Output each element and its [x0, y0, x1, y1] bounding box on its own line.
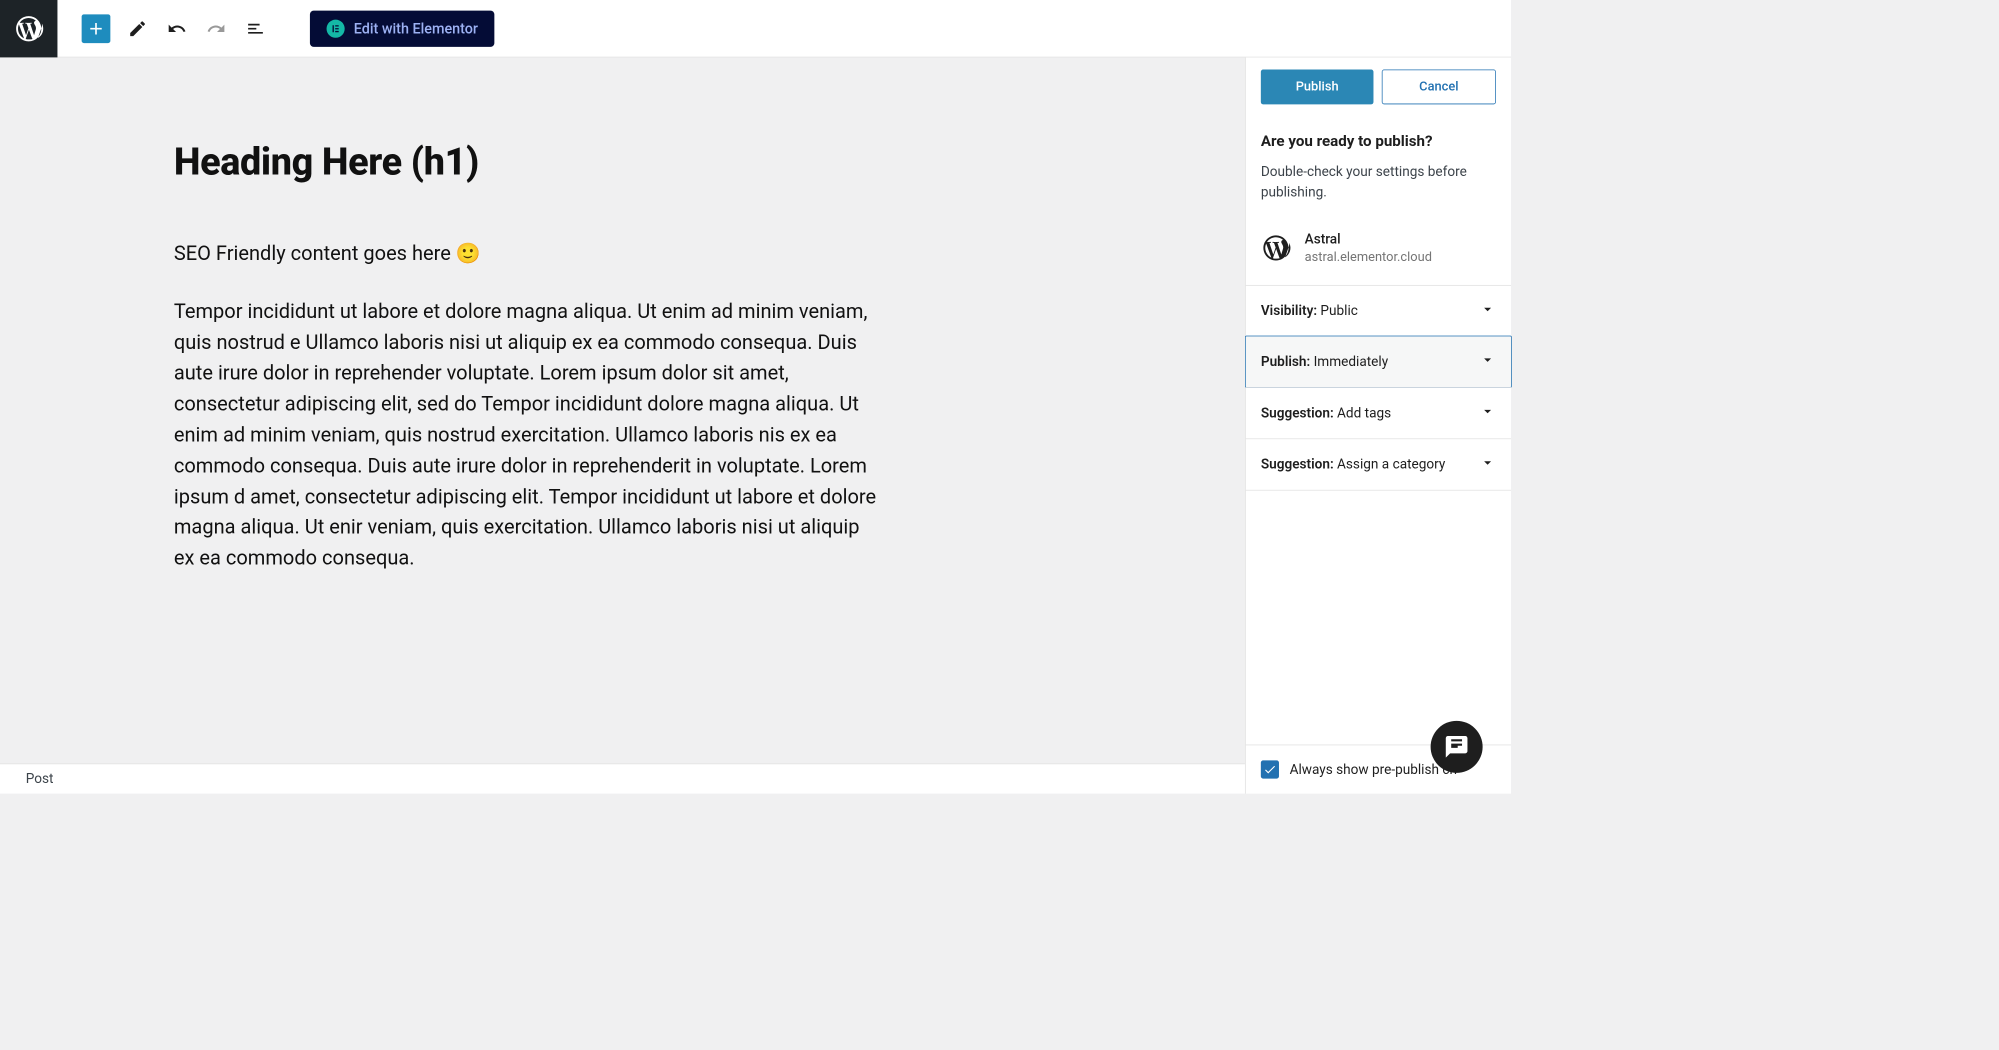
wordpress-logo-button[interactable] [0, 0, 57, 57]
edit-tool-button[interactable] [125, 16, 149, 40]
editor-canvas[interactable]: Heading Here (h1) SEO Friendly content g… [0, 57, 1245, 793]
chevron-down-icon [1479, 351, 1496, 371]
prepublish-checkbox-label: Always show pre-publish ch [1290, 762, 1457, 778]
prepublish-prompt: Are you ready to publish? Double-check y… [1246, 116, 1511, 217]
chevron-down-icon [1479, 301, 1496, 321]
publish-schedule-panel[interactable]: Publish: Immediately [1245, 336, 1512, 388]
wordpress-icon [1261, 233, 1291, 263]
prepublish-subtitle: Double-check your settings before publis… [1261, 162, 1496, 203]
site-url: astral.elementor.cloud [1305, 249, 1432, 267]
redo-button[interactable] [204, 16, 228, 40]
undo-button[interactable] [165, 16, 189, 40]
edit-with-elementor-button[interactable]: Edit with Elementor [310, 10, 495, 46]
redo-icon [206, 19, 226, 39]
editor-toolbar: Edit with Elementor [0, 0, 1511, 57]
post-intro-paragraph: SEO Friendly content goes here 🙂 [174, 239, 877, 270]
visibility-panel[interactable]: Visibility: Public [1246, 285, 1511, 336]
chevron-down-icon [1479, 403, 1496, 423]
chat-icon [1444, 734, 1470, 760]
add-block-button[interactable] [82, 14, 111, 43]
chevron-down-icon [1479, 454, 1496, 474]
prepublish-heading: Are you ready to publish? [1261, 132, 1496, 150]
publish-sidebar: Publish Cancel Are you ready to publish?… [1245, 57, 1511, 793]
cancel-button[interactable]: Cancel [1382, 70, 1496, 105]
breadcrumb-bar: Post [0, 763, 1245, 793]
site-info-row: Astral astral.elementor.cloud [1246, 218, 1511, 285]
toolbar-tools: Edit with Elementor [57, 10, 494, 46]
breadcrumb-item[interactable]: Post [26, 771, 54, 787]
post-title[interactable]: Heading Here (h1) [174, 141, 877, 185]
wordpress-icon [14, 13, 44, 43]
chat-fab-button[interactable] [1431, 721, 1483, 773]
post-body-paragraph: Tempor incididunt ut labore et dolore ma… [174, 297, 877, 575]
prepublish-checkbox[interactable] [1261, 760, 1279, 778]
pencil-icon [128, 19, 148, 39]
post-content-area: Heading Here (h1) SEO Friendly content g… [0, 57, 877, 574]
undo-icon [167, 19, 187, 39]
check-icon [1263, 763, 1277, 777]
document-overview-button[interactable] [243, 16, 267, 40]
site-name: Astral [1305, 230, 1432, 249]
elementor-button-label: Edit with Elementor [354, 20, 478, 37]
main-layout: Heading Here (h1) SEO Friendly content g… [0, 57, 1511, 793]
suggestion-category-panel[interactable]: Suggestion: Assign a category [1246, 438, 1511, 490]
suggestion-tags-panel[interactable]: Suggestion: Add tags [1246, 387, 1511, 438]
publish-button[interactable]: Publish [1261, 70, 1374, 105]
post-body[interactable]: SEO Friendly content goes here 🙂 Tempor … [174, 239, 877, 575]
sidebar-action-row: Publish Cancel [1246, 57, 1511, 116]
plus-icon [86, 19, 106, 39]
elementor-icon [327, 19, 345, 37]
list-icon [246, 19, 266, 39]
